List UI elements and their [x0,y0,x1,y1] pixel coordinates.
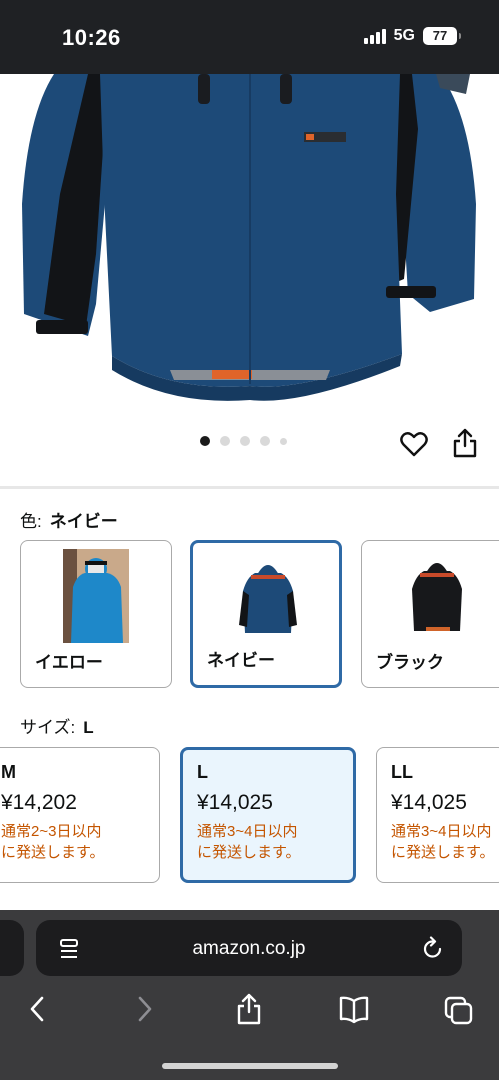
section-divider [0,486,499,489]
battery-icon: 77 [423,27,461,45]
shipping-line: 通常2~3日以内 [1,823,102,840]
cellular-signal-icon [363,28,386,44]
back-icon[interactable] [22,992,54,1026]
size-label: サイズ: L [20,713,94,738]
selected-color: ネイビー [49,512,118,531]
size-name: M [1,762,16,782]
tabs-icon[interactable] [443,992,475,1026]
url-text: amazon.co.jp [192,938,306,959]
color-option-label: イエロー [35,653,103,672]
black-jacket-thumbnail [412,563,462,631]
size-price: ¥14,202 [1,791,77,814]
color-label: 色: ネイビー [20,507,118,532]
color-option-black[interactable]: ブラック [361,540,499,688]
previous-tab-preview[interactable] [0,920,24,976]
size-option-m[interactable]: M ¥14,202 通常2~3日以内 に発送します。 [0,747,160,883]
network-type: 5G [393,27,415,44]
shipping-line: 通常3~4日以内 [391,823,492,840]
carousel-dot[interactable] [240,436,250,446]
forward-icon[interactable] [128,992,160,1026]
size-option-ll[interactable]: LL ¥14,025 通常3~4日以内 に発送します。 [376,747,499,883]
size-price: ¥14,025 [197,791,273,814]
shipping-line: に発送します。 [391,844,495,861]
carousel-dot[interactable] [220,436,230,446]
heart-icon[interactable] [400,430,428,458]
navy-jacket-thumbnail [239,565,297,633]
address-bar[interactable]: amazon.co.jp [36,920,462,976]
size-name: L [197,762,208,782]
color-option-label: ブラック [376,653,444,672]
shipping-info: 通常3~4日以内 に発送します。 [391,821,499,863]
carousel-dot[interactable] [280,437,287,445]
carousel-dot[interactable] [260,436,270,446]
share-icon[interactable] [452,428,478,458]
product-image[interactable] [0,74,499,414]
bookmarks-icon[interactable] [338,992,370,1026]
shipping-info: 通常3~4日以内 に発送します。 [197,821,353,863]
status-time: 10:26 [62,25,121,50]
shipping-line: 通常3~4日以内 [197,823,298,840]
status-bar: 10:26 5G 77 [0,0,499,74]
share-sheet-icon[interactable] [233,992,265,1026]
shipping-line: に発送します。 [1,844,105,861]
color-option-navy[interactable]: ネイビー [190,540,342,688]
carousel-dot[interactable] [200,436,210,446]
color-label-text: 色: [20,512,42,531]
status-indicators: 5G 77 [363,27,461,45]
color-option-label: ネイビー [207,651,275,670]
jacket-image [22,74,476,401]
yellow-jacket-thumbnail [63,549,129,643]
shipping-line: に発送します。 [197,844,301,861]
size-price: ¥14,025 [391,791,467,814]
size-label-text: サイズ: [20,718,76,737]
size-name: LL [391,762,413,782]
size-option-l[interactable]: L ¥14,025 通常3~4日以内 に発送します。 [180,747,356,883]
shipping-info: 通常2~3日以内 に発送します。 [1,821,159,863]
selected-size: L [83,718,94,737]
reload-icon[interactable] [422,936,444,960]
color-option-yellow[interactable]: イエロー [20,540,172,688]
home-indicator [162,1063,338,1069]
image-carousel-dots[interactable] [200,436,287,446]
